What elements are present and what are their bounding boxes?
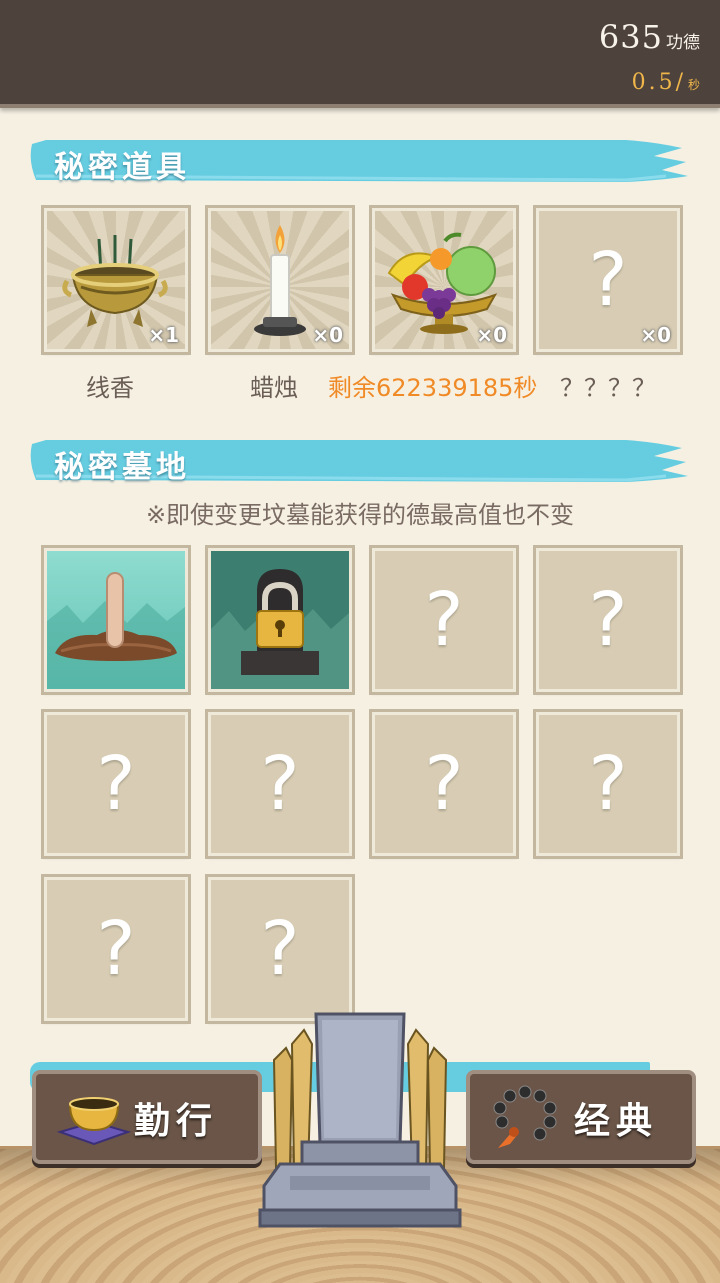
scriptures-button[interactable]: 经典 [466,1070,696,1164]
rate-unit: 秒 [687,78,700,92]
question-mark-icon: ? [260,906,300,992]
practice-button[interactable]: 勤行 [32,1070,262,1164]
grave-slot-unknown[interactable]: ? [41,874,191,1024]
padlock-icon [211,569,349,689]
singing-bowl-icon [56,1097,132,1146]
scriptures-label: 经典 [574,1100,659,1142]
question-mark-icon: ? [588,741,628,827]
merit-unit: 功德 [666,33,700,53]
grave-slot-unknown[interactable]: ? [41,709,191,859]
gravestone-icon[interactable] [250,1008,470,1232]
practice-label: 勤行 [134,1100,219,1142]
secret-graves-banner: 秘密墓地 [26,436,690,486]
grave-slot-unknown[interactable]: ? [369,709,519,859]
item-label-incense: 线香 [86,374,134,402]
question-mark-icon: ? [588,577,628,663]
item-slot-unknown[interactable]: ? ×0 [533,205,683,355]
secret-items-banner: 秘密道具 [26,136,690,186]
item-slot-candle[interactable]: ×0 [205,205,355,355]
grave-marker-icon [47,572,185,689]
prayer-beads-icon [493,1085,557,1148]
grave-slot-unknown[interactable]: ? [533,545,683,695]
grave-slot-unknown[interactable]: ? [205,709,355,859]
rate-value: 0.5/ [631,70,686,95]
graves-note: ※即使变更坟墓能获得的德最高值也不变 [145,501,575,529]
item-slot-fruit[interactable]: ×0 [369,205,519,355]
secret-items-title: 秘密道具 [54,150,190,185]
merit-value: 635 [598,18,663,56]
merit-counter: 635 功德 [599,18,700,56]
grave-slot-locked[interactable] [205,545,355,695]
item-count: ×0 [640,323,671,347]
item-count: ×0 [476,323,507,347]
grave-slot-basic[interactable] [41,545,191,695]
grave-slot-unknown[interactable]: ? [533,709,683,859]
merit-rate: 0.5/秒 [632,70,700,95]
item-label-timer: 剩余622339185秒 [328,374,538,402]
item-count: ×1 [148,323,179,347]
item-count: ×0 [312,323,343,347]
question-mark-icon: ? [424,577,464,663]
item-label-candle: 蜡烛 [250,374,298,402]
item-label-unknown: ？？？？ [560,374,656,402]
question-mark-icon: ? [96,741,136,827]
grave-slot-unknown[interactable]: ? [369,545,519,695]
item-slot-incense[interactable]: ×1 [41,205,191,355]
question-mark-icon: ? [424,741,464,827]
question-mark-icon: ? [96,906,136,992]
top-bar: 635 功德 0.5/秒 [0,0,720,108]
question-mark-icon: ? [260,741,300,827]
grave-slot-unknown[interactable]: ? [205,874,355,1024]
secret-graves-title: 秘密墓地 [54,450,190,485]
